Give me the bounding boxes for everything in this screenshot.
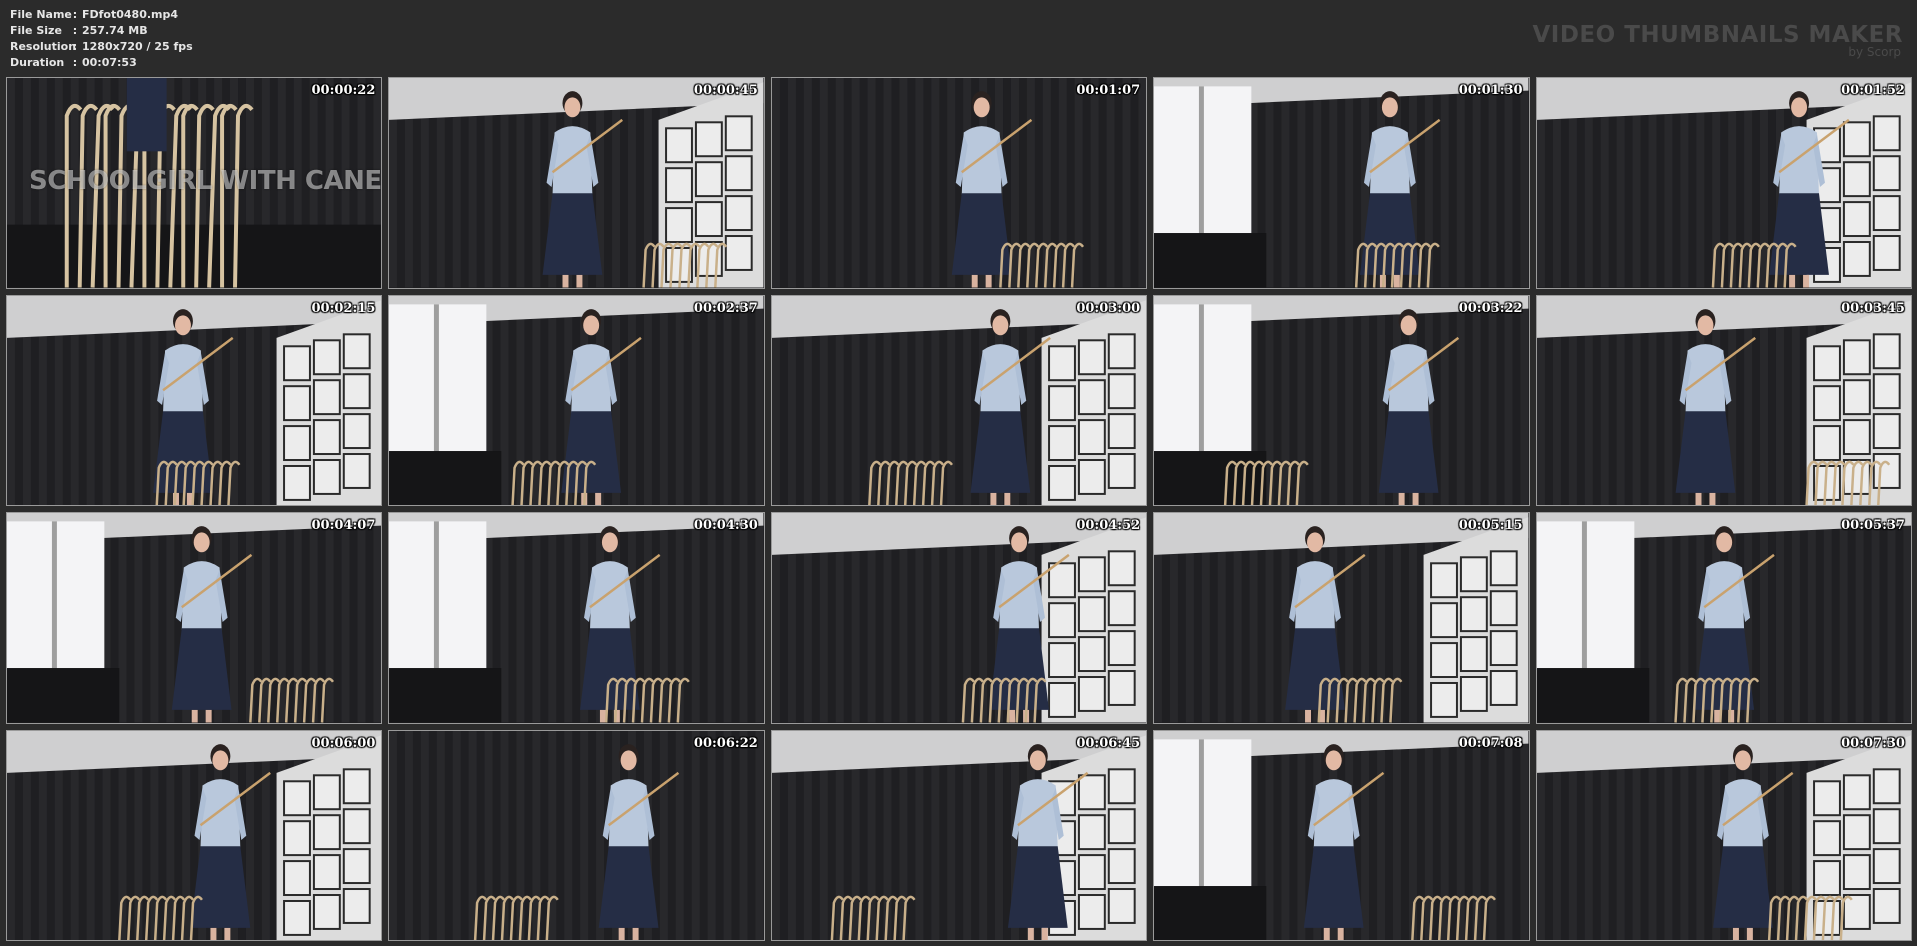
thumbnail-image: [7, 730, 382, 940]
thumbnail[interactable]: 00:03:22: [1153, 294, 1530, 506]
file-info: File Name : FDfot0480.mp4 File Size : 25…: [10, 7, 193, 71]
thumbnail-image: [771, 513, 1147, 723]
timestamp: 00:00:45: [693, 83, 758, 98]
thumbnail-image: [1154, 295, 1529, 505]
file-name-value: FDfot0480.mp4: [82, 8, 179, 21]
thumbnail[interactable]: 00:00:22 SCHOOLGIRL WITH CANES: [6, 77, 383, 289]
thumbnail-image: [389, 513, 764, 723]
thumbnail[interactable]: 00:05:37: [1535, 512, 1912, 724]
separator: :: [72, 24, 78, 37]
file-size-row: File Size : 257.74 MB: [10, 23, 193, 39]
file-size-value: 257.74 MB: [82, 24, 148, 37]
thumbnail-image: [1536, 513, 1911, 723]
thumbnail-image: [1154, 78, 1529, 288]
timestamp: 00:01:52: [1841, 83, 1905, 98]
thumbnail[interactable]: 00:07:08: [1153, 729, 1530, 941]
timestamp: 00:04:07: [311, 518, 376, 533]
duration-row: Duration : 00:07:53: [10, 55, 193, 71]
thumbnail[interactable]: 00:04:07: [6, 512, 383, 724]
thumbnail-image: [1536, 78, 1911, 288]
thumbnail-image: [389, 78, 764, 288]
separator: :: [72, 8, 78, 21]
thumbnail[interactable]: 00:01:30: [1153, 77, 1530, 289]
thumbnail-image: [1154, 730, 1529, 940]
file-name-row: File Name : FDfot0480.mp4: [10, 7, 193, 23]
thumbnail-image: [771, 730, 1147, 940]
thumbnail[interactable]: 00:01:52: [1535, 77, 1912, 289]
timestamp: 00:06:00: [311, 735, 376, 751]
thumbnail-image: [771, 78, 1147, 288]
resolution-row: Resolution : 1280x720 / 25 fps: [10, 39, 193, 55]
thumbnail[interactable]: 00:07:30: [1535, 729, 1912, 941]
file-name-label: File Name: [10, 8, 72, 21]
timestamp: 00:05:37: [1841, 518, 1905, 533]
timestamp: 00:01:07: [1076, 83, 1141, 98]
timestamp: 00:03:45: [1841, 300, 1905, 316]
resolution-label: Resolution: [10, 40, 77, 53]
timestamp: 00:04:52: [1076, 518, 1141, 533]
timestamp: 00:07:08: [1458, 735, 1523, 751]
timestamp: 00:00:22: [311, 83, 376, 98]
timestamp: 00:03:00: [1076, 300, 1141, 316]
duration-value: 00:07:53: [82, 56, 137, 69]
overlay-title: SCHOOLGIRL WITH CANES: [29, 166, 383, 196]
thumbnail-image: [1536, 295, 1911, 505]
timestamp: 00:04:30: [693, 518, 758, 533]
timestamp: 00:01:30: [1458, 83, 1523, 98]
thumbnail[interactable]: 00:03:45: [1535, 294, 1912, 506]
thumbnail-image: [7, 513, 382, 723]
thumbnail-image: [389, 295, 764, 505]
timestamp: 00:03:22: [1458, 300, 1523, 316]
thumbnail[interactable]: 00:03:00: [770, 294, 1148, 506]
thumbnail[interactable]: 00:05:15: [1153, 512, 1530, 724]
resolution-value: 1280x720 / 25 fps: [82, 40, 193, 53]
timestamp: 00:02:15: [311, 300, 376, 316]
timestamp: 00:06:45: [1076, 735, 1141, 751]
thumbnail-image: [389, 730, 764, 940]
thumbnail[interactable]: 00:06:00: [6, 729, 383, 941]
thumbnail[interactable]: 00:01:07: [770, 77, 1148, 289]
timestamp: 00:06:22: [693, 735, 758, 751]
duration-label: Duration: [10, 56, 65, 69]
separator: :: [72, 40, 78, 53]
thumbnail[interactable]: 00:02:15: [6, 294, 383, 506]
thumbnail[interactable]: 00:04:30: [388, 512, 765, 724]
thumbnail[interactable]: 00:02:37: [388, 294, 765, 506]
thumbnail-grid: 00:00:22 SCHOOLGIRL WITH CANES 00:00:45: [6, 77, 1912, 941]
thumbnail[interactable]: 00:06:22: [388, 729, 765, 941]
thumbnail[interactable]: 00:06:45: [770, 729, 1148, 941]
timestamp: 00:05:15: [1458, 518, 1523, 533]
thumbnail-image: [771, 295, 1147, 505]
timestamp: 00:07:30: [1841, 735, 1905, 751]
file-size-label: File Size: [10, 24, 62, 37]
timestamp: 00:02:37: [693, 300, 758, 316]
thumbnail[interactable]: 00:04:52: [770, 512, 1148, 724]
thumbnail-image: [1154, 513, 1529, 723]
thumbnail-image: [7, 295, 382, 505]
brand-logo: VIDEO THUMBNAILS MAKER by Scorp: [1532, 22, 1903, 59]
thumbnail-image: [1536, 730, 1911, 940]
separator: :: [72, 56, 78, 69]
thumbnail[interactable]: 00:00:45: [388, 77, 765, 289]
